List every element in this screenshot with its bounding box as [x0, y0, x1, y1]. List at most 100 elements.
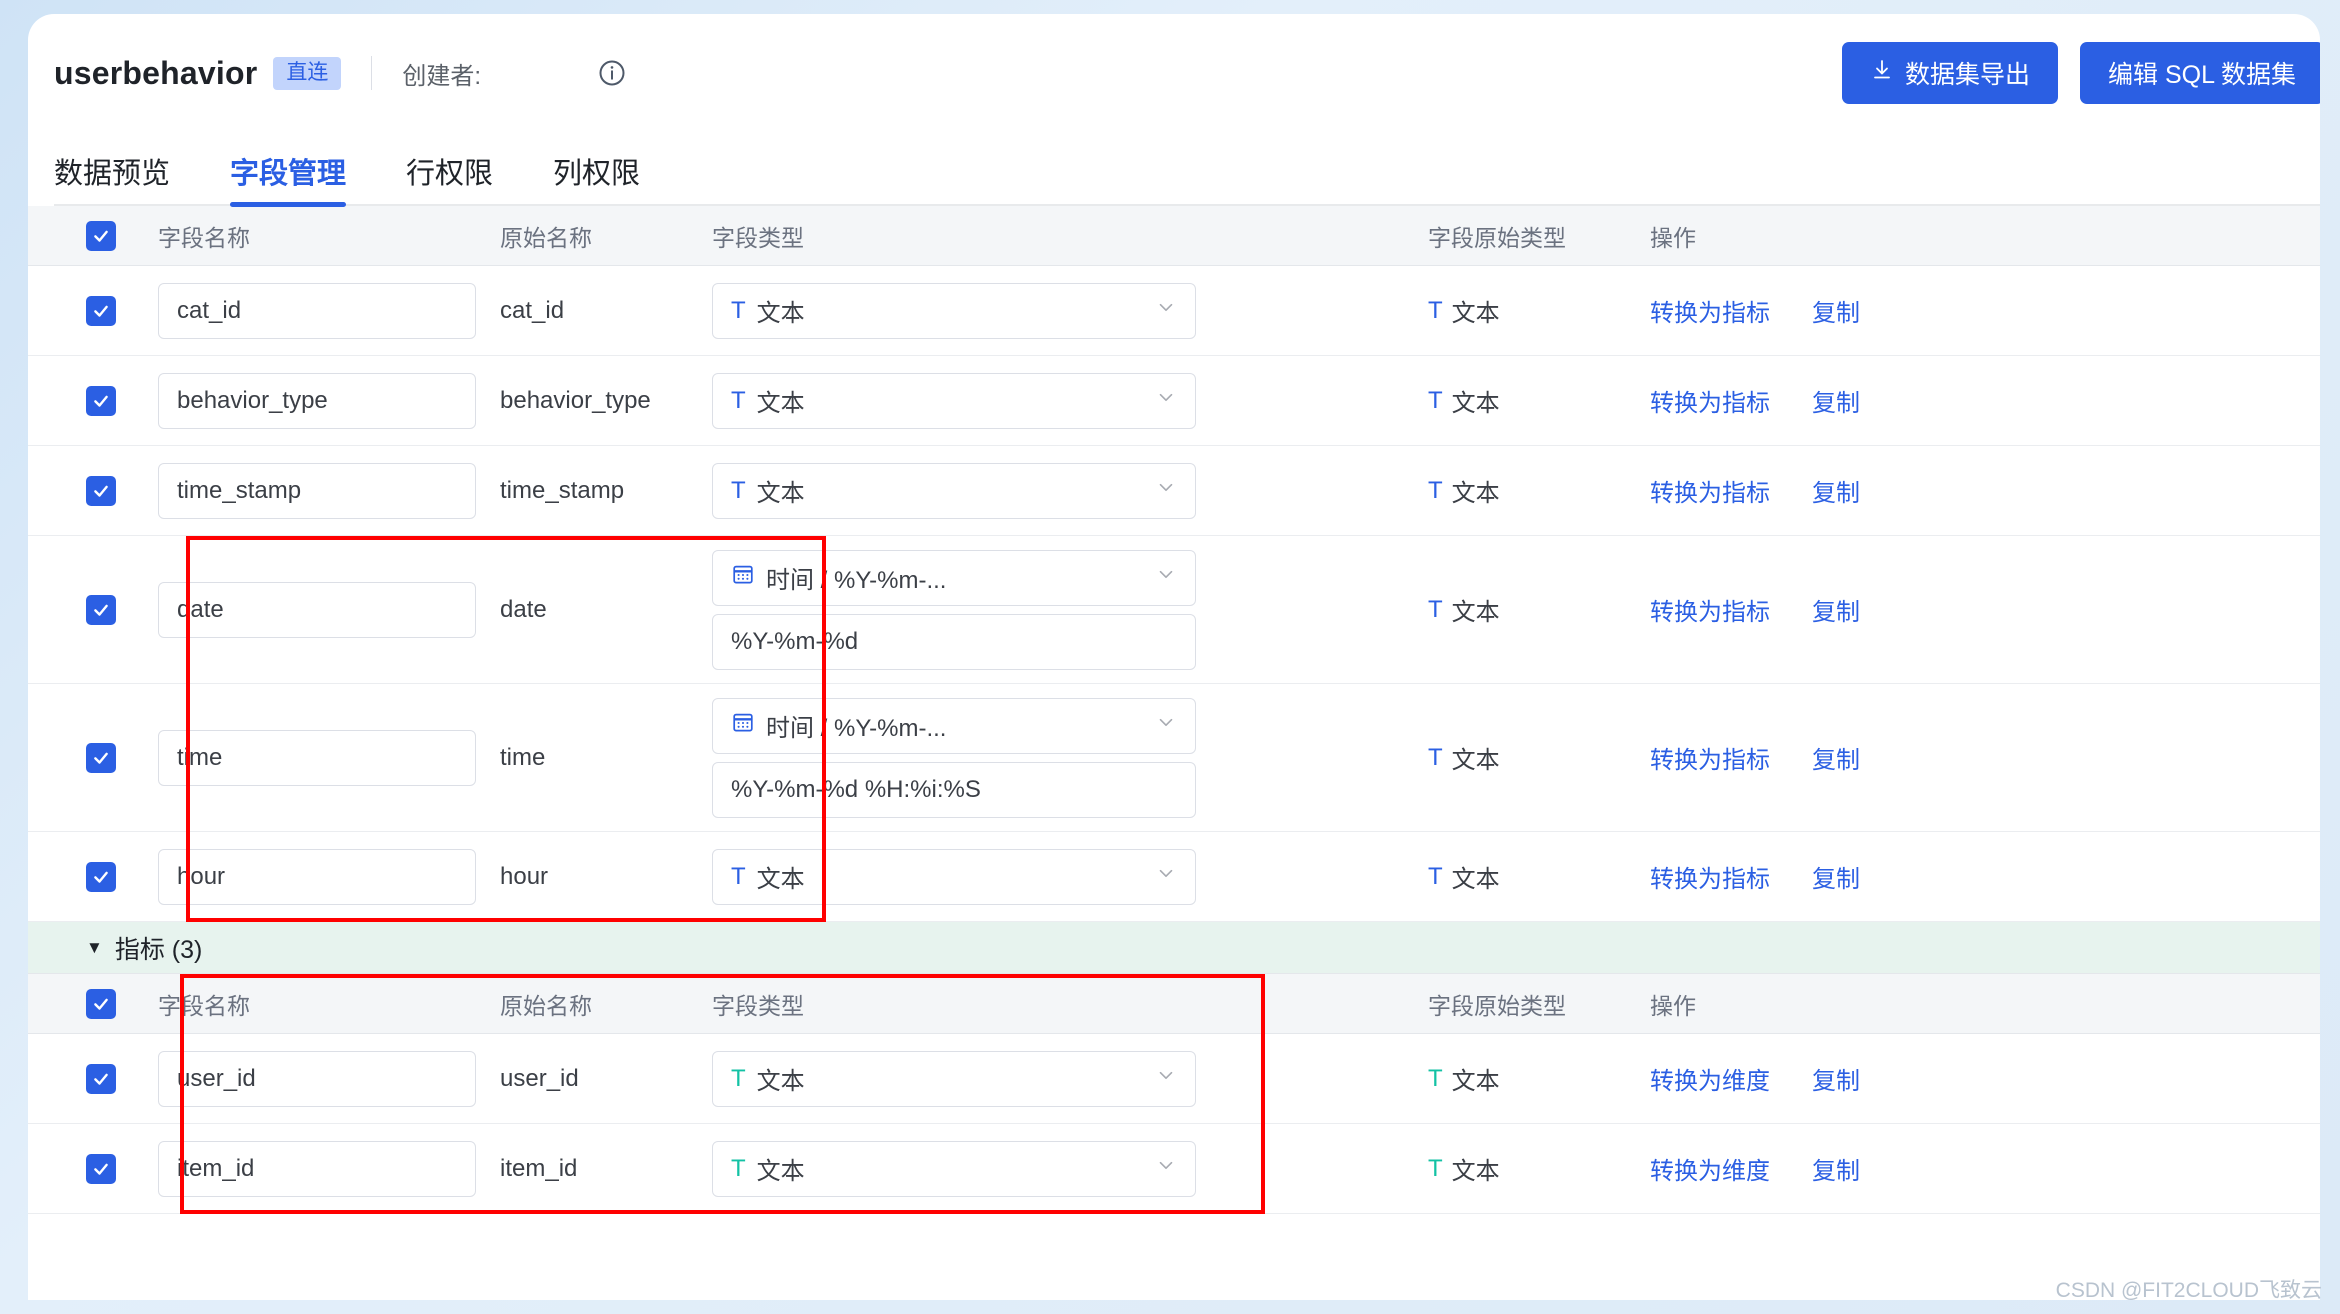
original-type-value-wrap: T 文本 [1428, 592, 1650, 627]
text-T-icon: T [731, 296, 746, 324]
convert-to-metric-link[interactable]: 转换为指标 [1650, 592, 1770, 627]
field-name-input[interactable]: hour [158, 848, 476, 905]
row-select-cell [86, 742, 158, 773]
convert-to-dimension-link[interactable]: 转换为维度 [1650, 1151, 1770, 1186]
text-T-icon: T [1428, 743, 1443, 771]
caret-down-icon[interactable]: ▼ [86, 939, 103, 956]
info-circle-icon[interactable] [597, 58, 627, 88]
field-type-cell: 时间 / %Y-%m-... %Y-%m-%d [712, 549, 1428, 670]
row-select-cell [86, 1153, 158, 1184]
original-name-value: time_stamp [500, 476, 625, 504]
convert-to-metric-link[interactable]: 转换为指标 [1650, 383, 1770, 418]
field-type-value: 文本 [756, 480, 805, 507]
field-type-select[interactable]: T 文本 [712, 1050, 1196, 1107]
field-name-input[interactable]: date [158, 581, 476, 638]
text-T-icon: T [1428, 1064, 1443, 1092]
field-type-select[interactable]: T 文本 [712, 372, 1196, 429]
column-header-field-type: 字段类型 [712, 992, 804, 1019]
original-name-value: time [500, 743, 546, 771]
row-checkbox[interactable] [86, 295, 116, 326]
field-type-select[interactable]: T 文本 [712, 462, 1196, 519]
date-format-input[interactable]: %Y-%m-%d [712, 613, 1196, 670]
table-row: item_id item_id T 文本 T 文本 转换为维度 复制 [28, 1124, 2320, 1214]
field-type-value: 时间 / %Y-%m-... [766, 567, 947, 594]
metric-group-header[interactable]: ▼ 指标 (3) [28, 922, 2320, 974]
convert-to-dimension-link[interactable]: 转换为维度 [1650, 1061, 1770, 1096]
chevron-down-icon [1155, 1064, 1177, 1093]
tab-data-preview[interactable]: 数据预览 [54, 150, 170, 206]
copy-link[interactable]: 复制 [1812, 1061, 1860, 1096]
table-row: time time 时间 / %Y-%m-... %Y-%m-%d %H:%i:… [28, 684, 2320, 832]
column-header-actions: 操作 [1650, 992, 1696, 1019]
column-header-original-type: 字段原始类型 [1428, 224, 1566, 251]
row-select-cell [86, 385, 158, 416]
tab-field-manage[interactable]: 字段管理 [230, 150, 347, 207]
row-actions: 转换为指标 复制 [1650, 592, 2320, 627]
field-name-cell: time [158, 729, 500, 786]
copy-link[interactable]: 复制 [1812, 592, 1860, 627]
date-format-input[interactable]: %Y-%m-%d %H:%i:%S [712, 761, 1196, 818]
original-name-value: hour [500, 862, 549, 890]
field-name-input[interactable]: behavior_type [158, 372, 476, 429]
original-type-value: 文本 [1451, 1068, 1500, 1095]
field-name-input[interactable]: time_stamp [158, 462, 476, 519]
field-name-input[interactable]: item_id [158, 1140, 476, 1197]
field-type-value: 时间 / %Y-%m-... [766, 715, 947, 742]
field-type-select[interactable]: 时间 / %Y-%m-... [712, 697, 1196, 754]
original-type-cell: T 文本 [1428, 859, 1650, 894]
field-type-value: 文本 [756, 1158, 805, 1185]
row-checkbox[interactable] [86, 594, 116, 625]
copy-link[interactable]: 复制 [1812, 1151, 1860, 1186]
row-actions: 转换为维度 复制 [1650, 1151, 2320, 1186]
original-type-cell: T 文本 [1428, 293, 1650, 328]
text-T-icon: T [1428, 862, 1443, 890]
row-checkbox[interactable] [86, 385, 116, 416]
tab-row-permission[interactable]: 行权限 [406, 150, 493, 206]
column-header-original-name: 原始名称 [500, 224, 592, 251]
convert-to-metric-link[interactable]: 转换为指标 [1650, 293, 1770, 328]
chevron-down-icon [1155, 1154, 1177, 1183]
field-name-input[interactable]: cat_id [158, 282, 476, 339]
field-type-stack: 时间 / %Y-%m-... %Y-%m-%d %H:%i:%S [712, 697, 1428, 818]
edit-sql-dataset-button[interactable]: 编辑 SQL 数据集 [2080, 42, 2320, 104]
table-header-dimensions: 字段名称 原始名称 字段类型 字段原始类型 操作 [28, 206, 2320, 266]
select-all-metrics-checkbox[interactable] [86, 988, 116, 1019]
select-all-dimensions-checkbox[interactable] [86, 220, 116, 251]
chevron-down-icon [1155, 476, 1177, 505]
original-name-value: cat_id [500, 296, 565, 324]
copy-link[interactable]: 复制 [1812, 473, 1860, 508]
field-name-input[interactable]: time [158, 729, 476, 786]
field-type-cell: T 文本 [712, 282, 1428, 339]
field-name-cell: behavior_type [158, 372, 500, 429]
export-dataset-button[interactable]: 数据集导出 [1841, 42, 2058, 104]
copy-link[interactable]: 复制 [1812, 293, 1860, 328]
convert-to-metric-link[interactable]: 转换为指标 [1650, 859, 1770, 894]
row-checkbox[interactable] [86, 1153, 116, 1184]
copy-link[interactable]: 复制 [1812, 740, 1860, 775]
row-checkbox[interactable] [86, 742, 116, 773]
tab-col-permission[interactable]: 列权限 [553, 150, 640, 206]
field-type-cell: T 文本 [712, 848, 1428, 905]
field-type-select[interactable]: T 文本 [712, 1140, 1196, 1197]
field-type-select[interactable]: T 文本 [712, 848, 1196, 905]
row-checkbox[interactable] [86, 1063, 116, 1094]
original-type-cell: T 文本 [1428, 1061, 1650, 1096]
creator-label: 创建者: [402, 62, 482, 90]
field-type-cell: T 文本 [712, 372, 1428, 429]
field-table: 字段名称 原始名称 字段类型 字段原始类型 操作 cat_id cat_id T [28, 206, 2320, 1214]
row-checkbox[interactable] [86, 475, 116, 506]
convert-to-metric-link[interactable]: 转换为指标 [1650, 473, 1770, 508]
field-type-select[interactable]: 时间 / %Y-%m-... [712, 549, 1196, 606]
field-type-select[interactable]: T 文本 [712, 282, 1196, 339]
text-T-icon: T [1428, 296, 1443, 324]
field-type-stack: 时间 / %Y-%m-... %Y-%m-%d [712, 549, 1428, 670]
select-all-metrics-cell [86, 988, 158, 1019]
copy-link[interactable]: 复制 [1812, 383, 1860, 418]
original-type-cell: T 文本 [1428, 383, 1650, 418]
copy-link[interactable]: 复制 [1812, 859, 1860, 894]
field-name-input[interactable]: user_id [158, 1050, 476, 1107]
original-type-value: 文本 [1451, 390, 1500, 417]
row-checkbox[interactable] [86, 861, 116, 892]
column-header-field-name: 字段名称 [158, 224, 250, 251]
convert-to-metric-link[interactable]: 转换为指标 [1650, 740, 1770, 775]
